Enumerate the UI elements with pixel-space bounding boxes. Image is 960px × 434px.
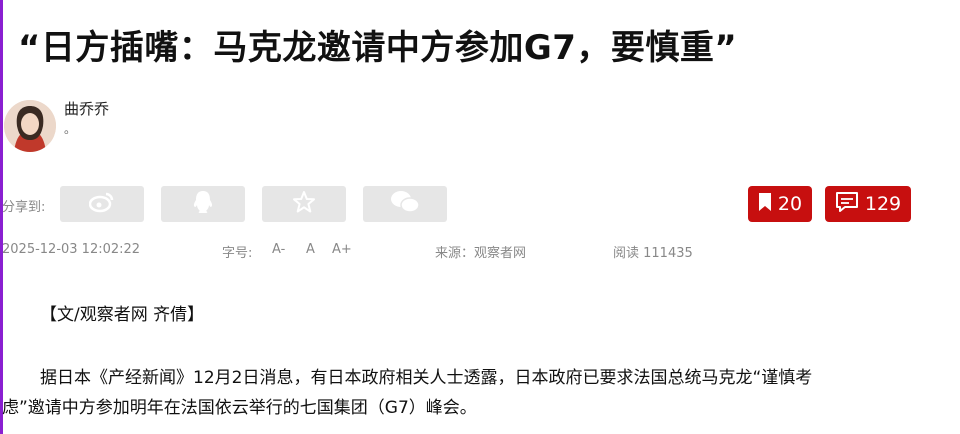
- font-normal-button[interactable]: A: [306, 242, 315, 257]
- left-edge-bar: [0, 0, 3, 434]
- avatar[interactable]: [4, 100, 56, 152]
- author-desc: 。: [64, 122, 77, 136]
- publish-date: 2025-12-03 12:02:22: [2, 242, 141, 257]
- paragraph-line-2: 虑”邀请中方参加明年在法国依云举行的七国集团（G7）峰会。: [2, 398, 477, 418]
- comment-count: 129: [864, 193, 902, 215]
- qq-icon: [192, 190, 214, 218]
- read-count: 阅读 111435: [613, 246, 693, 261]
- wechat-icon: [390, 190, 420, 218]
- article-source: 来源：观察者网: [435, 246, 527, 261]
- weibo-icon: [88, 191, 115, 217]
- bookmark-count: 20: [777, 193, 803, 215]
- comment-icon: [835, 191, 859, 218]
- article-title: “日方插嘴：马克龙邀请中方参加G7，要慎重”: [18, 28, 738, 68]
- byline: 【文/观察者网 齐倩】: [40, 305, 205, 325]
- share-favorite-button[interactable]: [262, 186, 346, 222]
- bookmark-icon: [758, 192, 772, 217]
- comment-count-button[interactable]: 129: [825, 186, 911, 222]
- share-wechat-button[interactable]: [363, 186, 447, 222]
- font-size-label: 字号:: [222, 246, 253, 261]
- share-weibo-button[interactable]: [60, 186, 144, 222]
- font-increase-button[interactable]: A+: [332, 242, 352, 257]
- avatar-photo: [4, 100, 56, 152]
- font-decrease-button[interactable]: A-: [272, 242, 285, 257]
- paragraph-line-1: 据日本《产经新闻》12月2日消息，有日本政府相关人士透露，日本政府已要求法国总统…: [40, 368, 813, 388]
- meta-row: 2025-12-03 12:02:22 字号: A- A A+ 来源：观察者网 …: [2, 242, 942, 261]
- share-label: 分享到:: [2, 200, 46, 215]
- star-icon: [292, 190, 316, 218]
- bookmark-count-button[interactable]: 20: [748, 186, 812, 222]
- share-qq-button[interactable]: [161, 186, 245, 222]
- author-name[interactable]: 曲乔乔: [64, 98, 109, 119]
